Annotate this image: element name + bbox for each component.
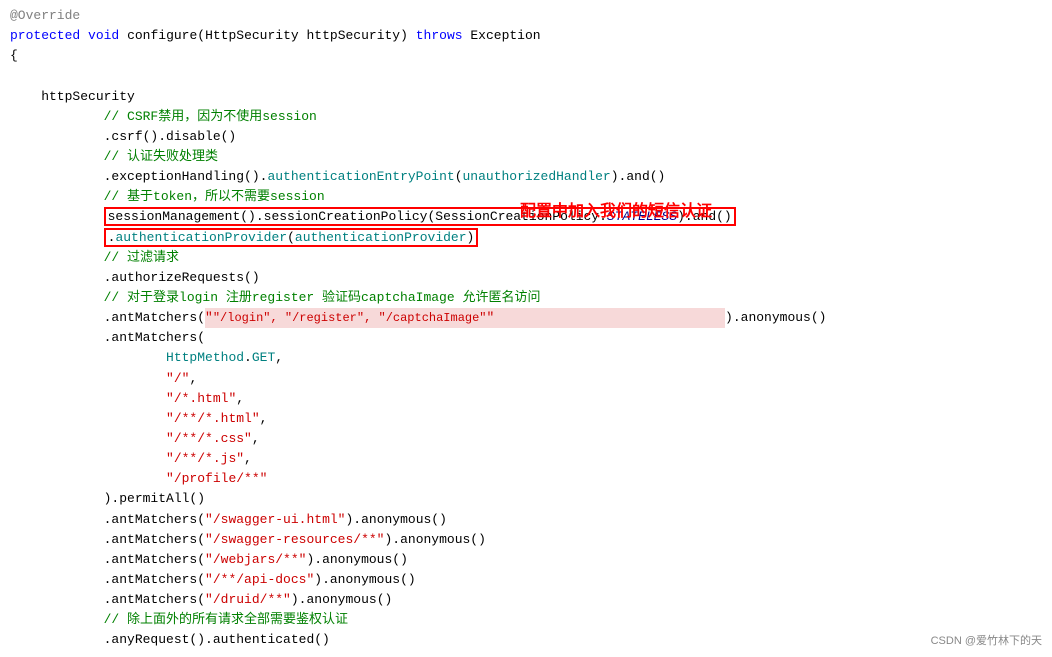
code-block: @Override protected void configure(HttpS… xyxy=(0,0,1052,657)
line-brace-open: { xyxy=(10,46,1042,66)
line-str-css: "/**/*.css", xyxy=(10,429,1042,449)
line-session-mgmt: sessionManagement().sessionCreationPolic… xyxy=(10,207,1042,227)
line-str-root: "/", xyxy=(10,369,1042,389)
line-comment-login: // 对于登录login 注册register 验证码captchaImage … xyxy=(10,288,1042,308)
line-str-html1: "/*.html", xyxy=(10,389,1042,409)
line-str-js: "/**/*.js", xyxy=(10,449,1042,469)
line-exception-handling: .exceptionHandling().authenticationEntry… xyxy=(10,167,1042,187)
line-comment-all: // 除上面外的所有请求全部需要鉴权认证 xyxy=(10,610,1042,630)
line-method-sig: protected void configure(HttpSecurity ht… xyxy=(10,26,1042,46)
line-any-request: .anyRequest().authenticated() xyxy=(10,630,1042,650)
line-ant-webjars: .antMatchers("/webjars/**").anonymous() xyxy=(10,550,1042,570)
line-antmatchers-open: .antMatchers( xyxy=(10,328,1042,348)
line-comment-filter: // 过滤请求 xyxy=(10,248,1042,268)
line-httpmethod-get: HttpMethod.GET, xyxy=(10,348,1042,368)
line-blank xyxy=(10,66,1042,86)
line-ant-api-docs: .antMatchers("/**/api-docs").anonymous() xyxy=(10,570,1042,590)
line-permit-all: ).permitAll() xyxy=(10,489,1042,509)
line-antmatchers-long: .antMatchers(""/login", "/register", "/c… xyxy=(10,308,1042,328)
line-str-html2: "/**/*.html", xyxy=(10,409,1042,429)
line-override: @Override xyxy=(10,6,1042,26)
line-httpsecurity: httpSecurity xyxy=(10,87,1042,107)
line-comment-token: // 基于token，所以不需要session xyxy=(10,187,1042,207)
line-authorize-requests: .authorizeRequests() xyxy=(10,268,1042,288)
line-comment-auth: // 认证失败处理类 xyxy=(10,147,1042,167)
line-ant-swagger-ui: .antMatchers("/swagger-ui.html").anonymo… xyxy=(10,510,1042,530)
watermark: CSDN @爱竹林下的天 xyxy=(931,633,1042,650)
line-auth-provider: .authenticationProvider(authenticationPr… xyxy=(10,228,1042,248)
line-ant-swagger-res: .antMatchers("/swagger-resources/**").an… xyxy=(10,530,1042,550)
line-ant-druid: .antMatchers("/druid/**").anonymous() xyxy=(10,590,1042,610)
line-str-profile: "/profile/**" xyxy=(10,469,1042,489)
line-comment-csrf: // CSRF禁用，因为不使用session xyxy=(10,107,1042,127)
line-csrf-disable: .csrf().disable() xyxy=(10,127,1042,147)
